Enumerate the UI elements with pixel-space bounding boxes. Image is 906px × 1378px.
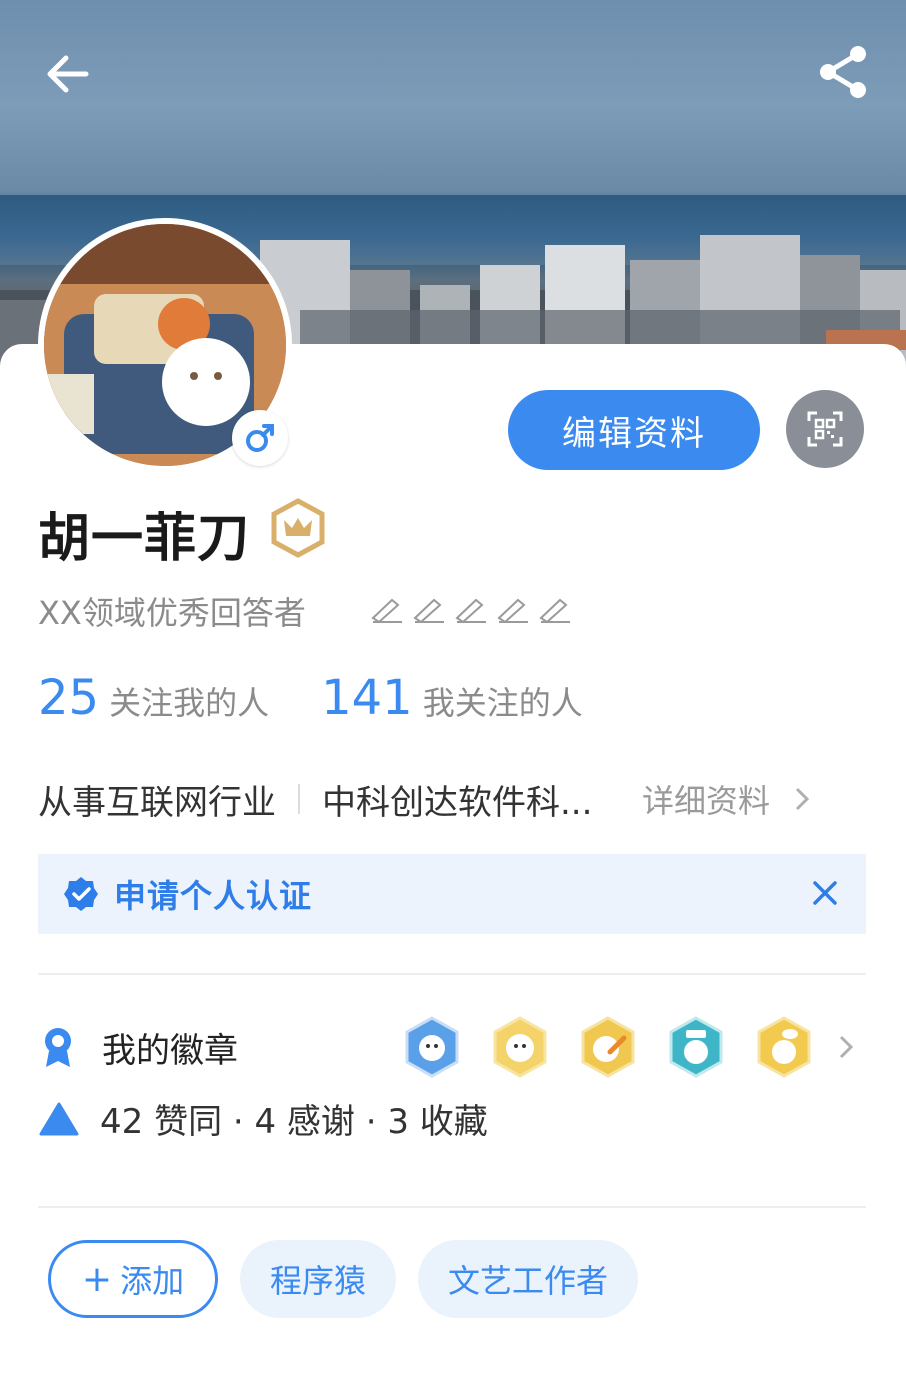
- badge-teal-icon[interactable]: [668, 1016, 724, 1078]
- badges-row[interactable]: 我的徽章: [38, 1014, 868, 1080]
- following-stat[interactable]: 141 我关注的人: [321, 670, 583, 726]
- tag-chip[interactable]: 程序猿: [240, 1240, 397, 1318]
- chevron-right-icon: [795, 787, 810, 811]
- user-title: XX领域优秀回答者: [38, 594, 306, 632]
- share-icon[interactable]: [812, 40, 876, 104]
- pen-icon: [412, 596, 446, 624]
- tag-chip[interactable]: 文艺工作者: [418, 1240, 639, 1318]
- male-icon: [232, 410, 288, 466]
- badge-blue-icon[interactable]: [404, 1016, 460, 1078]
- badge-gold-pen-icon[interactable]: [580, 1016, 636, 1078]
- followers-stat[interactable]: 25 关注我的人: [38, 670, 269, 726]
- company-text: 中科创达软件科...: [322, 782, 593, 823]
- add-tag-button[interactable]: + 添加: [48, 1240, 218, 1318]
- votes-summary: 42 赞同 · 4 感谢 · 3 收藏: [100, 1102, 488, 1142]
- tag-list: + 添加 程序猿 文艺工作者: [48, 1240, 639, 1318]
- badges-label: 我的徽章: [102, 1030, 238, 1071]
- badge-gold-icon[interactable]: [492, 1016, 548, 1078]
- section-divider: [38, 1206, 866, 1208]
- upvote-triangle-icon: [39, 1102, 79, 1135]
- followers-count: 25: [38, 670, 100, 726]
- following-count: 141: [321, 670, 413, 726]
- follow-stats: 25 关注我的人 141 我关注的人: [38, 670, 583, 726]
- chevron-right-icon: [839, 1035, 854, 1059]
- detail-link[interactable]: 详细资料: [642, 776, 770, 822]
- career-row[interactable]: 从事互联网行业 中科创达软件科... 详细资料: [38, 774, 868, 824]
- verify-text: 申请个人认证: [114, 877, 313, 915]
- following-label: 我关注的人: [422, 684, 583, 722]
- add-tag-label: 添加: [120, 1262, 185, 1300]
- industry-text: 从事互联网行业: [38, 782, 276, 823]
- crown-icon: [271, 498, 325, 558]
- qr-code-icon[interactable]: [786, 390, 864, 468]
- plus-icon: +: [81, 1258, 113, 1300]
- pen-icon: [370, 596, 404, 624]
- pen-icon: [496, 596, 530, 624]
- close-icon[interactable]: [810, 878, 840, 908]
- pen-rating: [370, 596, 572, 624]
- badge-list: [404, 1016, 812, 1078]
- user-name: 胡一菲刀: [38, 509, 251, 569]
- section-divider: [38, 973, 866, 975]
- edit-profile-button[interactable]: 编辑资料: [508, 390, 760, 470]
- back-arrow-icon[interactable]: [38, 44, 98, 104]
- badge-gold-chat-icon[interactable]: [756, 1016, 812, 1078]
- pen-icon: [538, 596, 572, 624]
- career-divider: [298, 784, 300, 814]
- verify-banner[interactable]: 申请个人认证: [38, 854, 866, 934]
- followers-label: 关注我的人: [109, 684, 270, 722]
- badge-ribbon-icon: [45, 1028, 71, 1067]
- votes-row: 42 赞同 · 4 感谢 · 3 收藏: [38, 1094, 488, 1143]
- verified-shield-icon: [64, 877, 98, 911]
- pen-icon: [454, 596, 488, 624]
